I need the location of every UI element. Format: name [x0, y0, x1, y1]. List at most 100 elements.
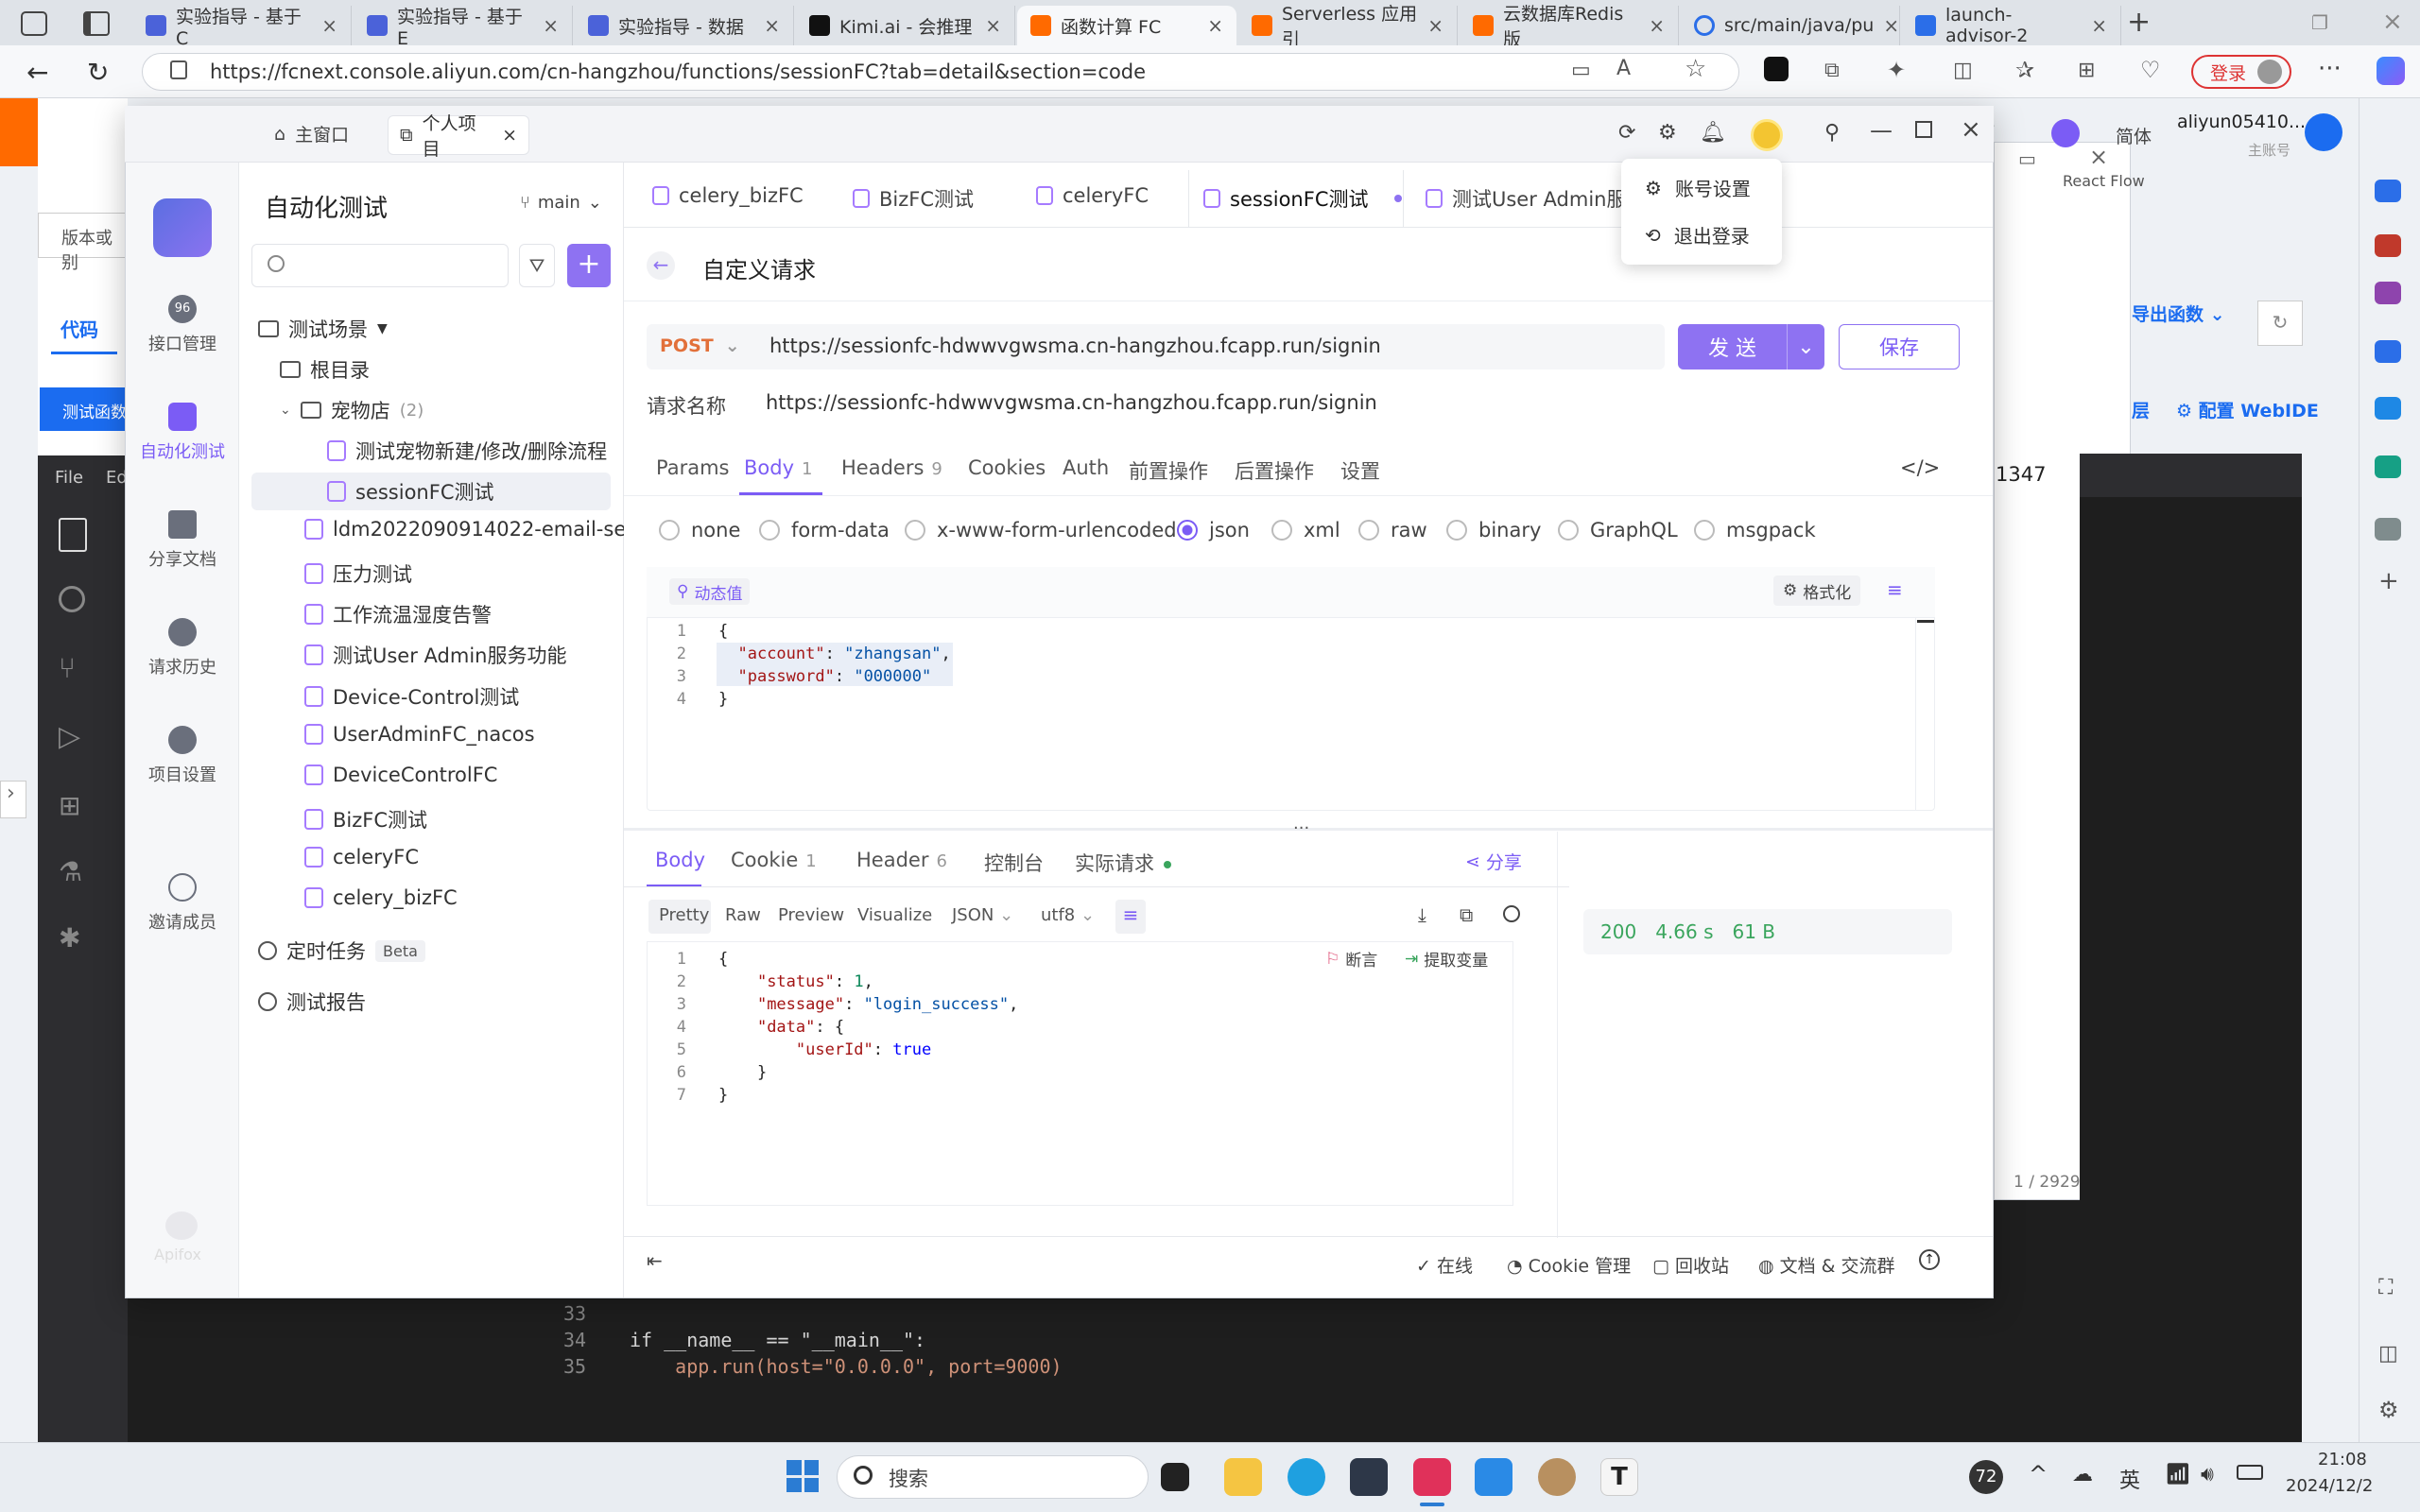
- close-tab-icon[interactable]: ×: [1649, 14, 1665, 37]
- workspaces-icon[interactable]: [21, 11, 47, 36]
- resp-tab-console[interactable]: 控制台: [984, 849, 1044, 877]
- tab-post-ops[interactable]: 后置操作: [1235, 456, 1314, 485]
- menu-logout[interactable]: ⟲ 退出登录: [1645, 221, 1750, 249]
- wifi-icon[interactable]: 📶︎: [2165, 1463, 2191, 1486]
- download-icon[interactable]: ⤓: [1418, 903, 1426, 926]
- view-preview[interactable]: Preview: [778, 905, 844, 925]
- new-tab-icon[interactable]: +: [2127, 6, 2151, 39]
- sidebar-add-icon[interactable]: +: [2378, 567, 2399, 595]
- browser-tab[interactable]: 实验指导 - 基于E ×: [354, 6, 573, 49]
- extract-variable-button[interactable]: ⇥ 提取变量: [1405, 947, 1488, 971]
- vertical-tabs-icon[interactable]: [83, 11, 110, 36]
- close-tab-icon[interactable]: ×: [1883, 14, 1899, 37]
- edge-icon[interactable]: [1288, 1458, 1325, 1496]
- tree-item[interactable]: UserAdminFC_nacos: [304, 723, 535, 746]
- deploy-icon[interactable]: ✱: [59, 922, 80, 954]
- sidebar-app5-icon[interactable]: [2375, 518, 2401, 541]
- tree-item[interactable]: Device-Control测试: [304, 682, 519, 711]
- window-close-icon[interactable]: ×: [2382, 8, 2403, 36]
- account-name[interactable]: aliyun05410...: [2177, 112, 2306, 132]
- footer-cookie-manager[interactable]: ◔ Cookie 管理: [1507, 1252, 1631, 1278]
- copilot-icon[interactable]: [2377, 57, 2405, 85]
- doc-close-icon[interactable]: ×: [2089, 144, 2108, 170]
- footer-trash[interactable]: ▢ 回收站: [1652, 1252, 1729, 1278]
- editor-scrollbar[interactable]: [1915, 618, 1916, 811]
- code-tab[interactable]: 代码: [60, 315, 98, 342]
- favorite-star-icon[interactable]: ☆: [1685, 55, 1706, 83]
- pin-icon[interactable]: ⚲: [1824, 121, 1840, 145]
- favorites-icon[interactable]: ✰: [2015, 57, 2034, 83]
- close-tab-icon[interactable]: ×: [985, 14, 1001, 37]
- rail-auto-test[interactable]: 自动化测试: [126, 403, 239, 463]
- browser-tab[interactable]: Kimi.ai - 会推理 ×: [796, 6, 1015, 45]
- branch-select[interactable]: ⑂ main ⌄: [520, 193, 602, 213]
- tree-item[interactable]: 压力测试: [304, 559, 412, 588]
- taskbar-search[interactable]: [837, 1455, 1149, 1499]
- clock-time[interactable]: 21:08: [2318, 1450, 2367, 1469]
- project-logo-icon[interactable]: [153, 198, 212, 257]
- editor-scroll-thumb[interactable]: [1917, 620, 1934, 623]
- wrap-icon[interactable]: ≡: [1887, 578, 1903, 601]
- close-tab-icon[interactable]: ×: [1427, 14, 1443, 37]
- apifox-avatar-icon[interactable]: [1751, 119, 1783, 151]
- clock-date[interactable]: 2024/12/2: [2286, 1476, 2373, 1496]
- footer-docs-community[interactable]: ◍ 文档 & 交流群: [1758, 1252, 1895, 1278]
- body-type-urlencoded[interactable]: x-www-form-urlencoded: [905, 519, 1177, 541]
- search-icon[interactable]: [59, 586, 85, 612]
- tab-auth[interactable]: Auth: [1063, 456, 1109, 479]
- layer-link[interactable]: 层: [2132, 397, 2150, 422]
- language-switch[interactable]: 简体: [2116, 123, 2152, 148]
- extensions-icon[interactable]: ✦: [1887, 57, 1906, 83]
- body-type-xml[interactable]: xml: [1271, 519, 1340, 541]
- resp-tab-header[interactable]: Header 6: [856, 849, 947, 871]
- more-menu-icon[interactable]: ···: [2318, 55, 2342, 83]
- request-tab[interactable]: BizFC测试: [853, 184, 974, 213]
- footer-online[interactable]: ✓ 在线: [1416, 1252, 1473, 1278]
- browser-tab[interactable]: 实验指导 - 数据 ×: [575, 6, 794, 45]
- request-url-input[interactable]: https://sessionfc-hdwwvgwsma.cn-hangzhou…: [769, 335, 1381, 357]
- project-tab[interactable]: ⧉ 个人项目 ×: [388, 113, 529, 160]
- close-tab-icon[interactable]: ×: [321, 14, 337, 37]
- back-icon[interactable]: ←: [26, 57, 48, 88]
- browser-tab[interactable]: 实验指导 - 基于C ×: [132, 6, 352, 49]
- close-tab-icon[interactable]: ×: [764, 14, 780, 37]
- hamburger-menu-icon[interactable]: [0, 98, 38, 166]
- rail-share-docs[interactable]: 分享文档: [126, 510, 239, 571]
- volume-icon[interactable]: 🔊︎: [2201, 1463, 2214, 1486]
- tree-item-selected[interactable]: sessionFC测试: [327, 477, 493, 506]
- task-view-icon[interactable]: [1161, 1463, 1189, 1491]
- tab-pre-ops[interactable]: 前置操作: [1129, 456, 1208, 485]
- tree-item[interactable]: celeryFC: [304, 846, 419, 868]
- body-type-binary[interactable]: binary: [1446, 519, 1541, 541]
- notification-bell-icon[interactable]: 🔔︎: [1700, 121, 1726, 145]
- onedrive-icon[interactable]: ☁: [2072, 1463, 2093, 1486]
- body-type-graphql[interactable]: GraphQL: [1558, 519, 1678, 541]
- start-icon[interactable]: [786, 1460, 819, 1492]
- bg-refresh-icon[interactable]: ↻: [2257, 301, 2303, 346]
- extensions-panel-icon[interactable]: ⊞: [59, 790, 80, 821]
- bg-app-icon[interactable]: [2051, 119, 2080, 147]
- close-project-tab-icon[interactable]: ×: [502, 125, 517, 146]
- tree-search-input[interactable]: [251, 244, 509, 287]
- close-tab-icon[interactable]: ×: [1207, 14, 1223, 37]
- body-type-raw[interactable]: raw: [1358, 519, 1427, 541]
- window-restore-icon[interactable]: ❐: [2311, 11, 2328, 34]
- tree-item[interactable]: 工作流温湿度告警: [304, 600, 492, 628]
- menu-account-settings[interactable]: ⚙ 账号设置: [1645, 174, 1751, 201]
- tree-test-report[interactable]: 测试报告: [258, 988, 366, 1016]
- resp-tab-actual-request[interactable]: 实际请求: [1075, 849, 1171, 877]
- read-aloud-icon[interactable]: A: [1616, 57, 1631, 80]
- refresh-icon[interactable]: ↻: [87, 57, 109, 88]
- method-select[interactable]: POST ⌄: [660, 335, 740, 356]
- close-window-icon[interactable]: ×: [1961, 115, 1981, 144]
- copy-icon[interactable]: ⧉: [1460, 903, 1473, 926]
- sidebar-app-icon[interactable]: [2375, 234, 2401, 257]
- sidebar-app4-icon[interactable]: [2375, 455, 2401, 478]
- drag-handle-icon[interactable]: ···: [1293, 818, 1309, 838]
- view-visualize[interactable]: Visualize: [857, 905, 932, 925]
- webide-config-link[interactable]: ⚙ 配置 WebIDE: [2176, 397, 2319, 422]
- collapse-sidebar-icon[interactable]: ⇤: [647, 1249, 663, 1272]
- body-type-json[interactable]: json: [1177, 519, 1250, 541]
- tray-chevron-up-icon[interactable]: ^: [2029, 1461, 2048, 1487]
- send-dropdown-icon[interactable]: ⌄: [1788, 335, 1824, 359]
